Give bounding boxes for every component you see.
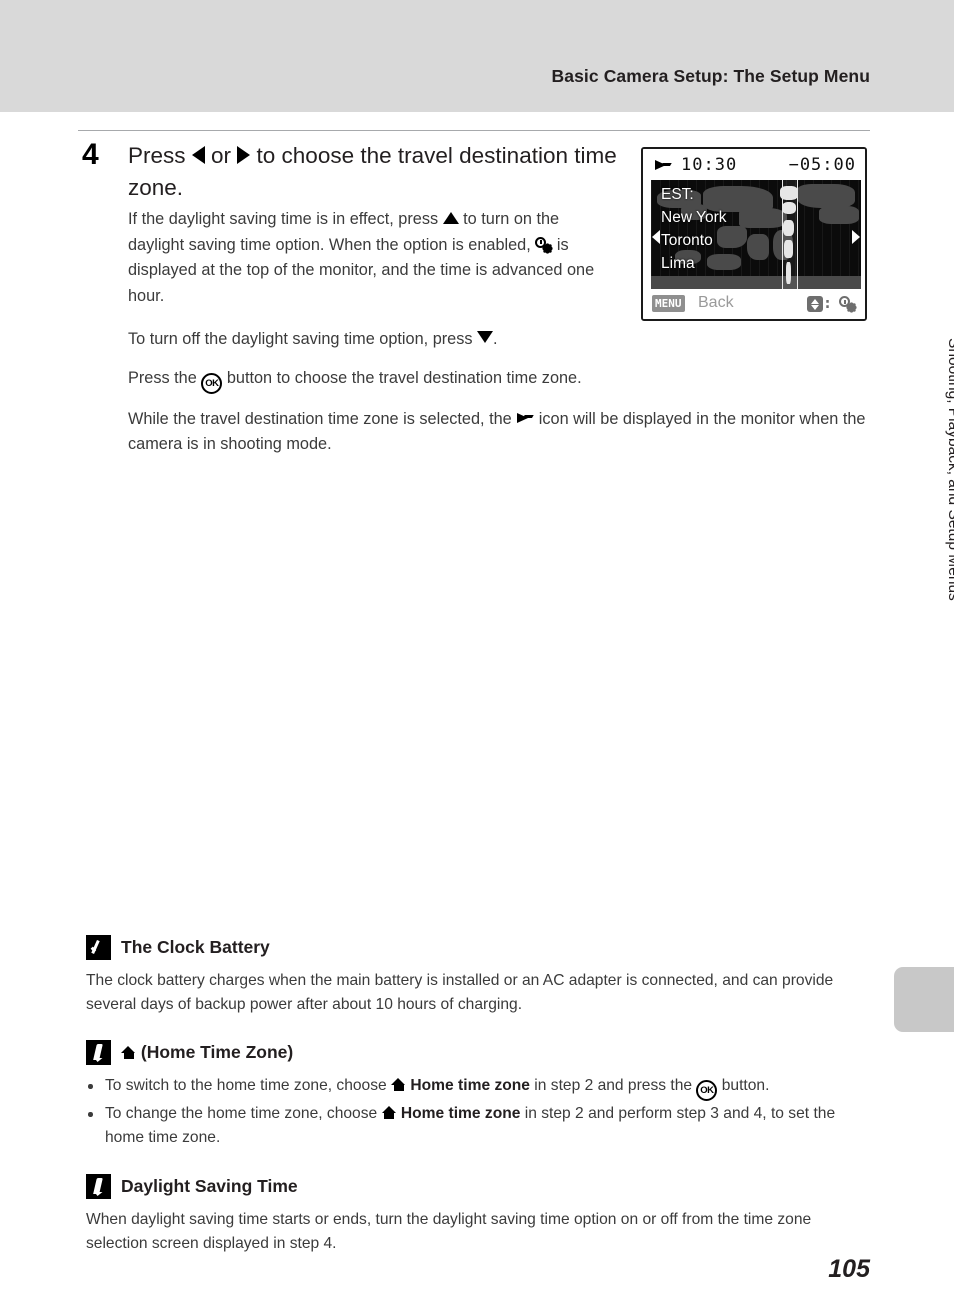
landmass xyxy=(739,208,787,228)
p3-part-b: button to choose the travel destination … xyxy=(222,368,582,387)
highlighted-region xyxy=(786,262,791,284)
highlighted-region xyxy=(780,186,798,200)
page-header-band xyxy=(0,0,954,112)
highlighted-region xyxy=(784,240,793,258)
note-title-text: (Home Time Zone) xyxy=(140,1042,294,1062)
selected-timezone-strip xyxy=(780,180,798,290)
step-heading: Press or to choose the travel destinatio… xyxy=(128,140,618,204)
p4-part-a: While the travel destination time zone i… xyxy=(128,409,517,428)
down-arrow-icon xyxy=(477,331,494,343)
camera-monitor-illustration: 10:30 −05:00 EST: New York Toronto Lima xyxy=(641,147,867,321)
note-daylight-saving-time: Daylight Saving Time When daylight savin… xyxy=(86,1174,870,1255)
step-paragraph-3: Press the OK button to choose the travel… xyxy=(128,366,870,394)
p1-part-a: If the daylight saving time is in effect… xyxy=(128,210,443,228)
camera-time-display: 10:30 xyxy=(681,155,738,175)
note-header: Daylight Saving Time xyxy=(86,1174,870,1199)
step-paragraph-2: To turn off the daylight saving time opt… xyxy=(128,327,870,353)
right-arrow-icon xyxy=(237,146,251,164)
camera-utc-offset: −05:00 xyxy=(788,155,856,175)
ok-button-icon: OK xyxy=(696,1080,718,1101)
header-divider-rule xyxy=(78,130,870,131)
pencil-badge-icon xyxy=(86,1040,111,1065)
step-number: 4 xyxy=(82,138,99,171)
landmass xyxy=(747,234,769,260)
note-clock-battery: The Clock Battery The clock battery char… xyxy=(86,935,870,1016)
daylight-saving-icon xyxy=(535,236,553,253)
left-arrow-icon xyxy=(191,146,205,164)
timezone-city-labels: EST: New York Toronto Lima xyxy=(661,183,726,275)
home-icon xyxy=(391,1077,406,1092)
ok-button-icon: OK xyxy=(201,372,223,394)
note-paragraph: When daylight saving time starts or ends… xyxy=(86,1211,812,1252)
home-icon xyxy=(381,1105,397,1120)
camera-status-bar: 10:30 −05:00 xyxy=(643,149,865,180)
daylight-saving-icon xyxy=(839,296,856,312)
note-body: To switch to the home time zone, choose … xyxy=(86,1074,870,1149)
landmass xyxy=(797,184,855,208)
airplane-travel-icon xyxy=(516,411,534,426)
city-line-3: Lima xyxy=(661,255,695,272)
note-header: The Clock Battery xyxy=(86,935,870,960)
up-down-pad-icon xyxy=(807,296,823,312)
p3-part-a: Press the xyxy=(128,368,202,387)
step-paragraph-1: If the daylight saving time is in effect… xyxy=(128,207,618,309)
b2-bold: Home time zone xyxy=(400,1105,521,1122)
landmass xyxy=(651,276,861,290)
step-extra-text: To turn off the daylight saving time opt… xyxy=(128,327,870,471)
chapter-side-tab-label: Shooting, Playback, and Setup Menus xyxy=(945,338,954,601)
note-title: The Clock Battery xyxy=(121,937,270,957)
step-paragraph-4: While the travel destination time zone i… xyxy=(128,407,870,458)
note-title: (Home Time Zone) xyxy=(121,1042,293,1063)
city-line-1: New York xyxy=(661,209,727,226)
back-label: Back xyxy=(698,294,734,311)
checkmark-badge-icon xyxy=(86,935,111,960)
chapter-side-tab-marker xyxy=(894,967,954,1032)
note-title: Daylight Saving Time xyxy=(121,1176,298,1196)
step-body-text: If the daylight saving time is in effect… xyxy=(128,207,618,321)
p2-part-b: . xyxy=(493,330,498,348)
list-item: To switch to the home time zone, choose … xyxy=(86,1074,870,1101)
note-header: (Home Time Zone) xyxy=(86,1040,870,1065)
note-home-time-zone: (Home Time Zone) To switch to the home t… xyxy=(86,1040,870,1150)
world-map-area: EST: New York Toronto Lima xyxy=(651,180,861,290)
camera-bottom-bar: MENU Back : xyxy=(643,289,865,319)
up-arrow-icon xyxy=(442,212,459,224)
next-zone-arrow-icon[interactable] xyxy=(852,230,860,244)
timezone-abbrev: EST: xyxy=(661,186,694,203)
note-bullet-list: To switch to the home time zone, choose … xyxy=(86,1074,870,1149)
highlighted-region xyxy=(782,202,796,214)
airplane-icon xyxy=(654,158,672,173)
previous-zone-arrow-icon[interactable] xyxy=(652,230,660,244)
step-heading-mid: or xyxy=(204,143,238,168)
home-icon xyxy=(121,1045,136,1060)
landmass xyxy=(819,206,859,224)
b1-part-c: in step 2 and press the xyxy=(529,1077,697,1094)
list-item: To change the home time zone, choose Hom… xyxy=(86,1102,870,1149)
menu-button-chip[interactable]: MENU xyxy=(652,295,685,312)
pencil-badge-icon xyxy=(86,1174,111,1199)
note-paragraph: The clock battery charges when the main … xyxy=(86,972,834,1013)
note-body: When daylight saving time starts or ends… xyxy=(86,1208,870,1255)
highlighted-region xyxy=(783,220,794,236)
city-line-2: Toronto xyxy=(661,232,713,249)
step-heading-pre: Press xyxy=(128,143,192,168)
note-body: The clock battery charges when the main … xyxy=(86,969,870,1016)
colon-separator: : xyxy=(822,294,832,312)
b1-part-d: button. xyxy=(717,1077,770,1094)
b2-part-a: To change the home time zone, choose xyxy=(105,1105,382,1122)
b1-part-a: To switch to the home time zone, choose xyxy=(105,1077,392,1094)
page-header-title: Basic Camera Setup: The Setup Menu xyxy=(551,66,870,86)
b1-bold: Home time zone xyxy=(410,1077,530,1094)
p2-part-a: To turn off the daylight saving time opt… xyxy=(128,330,478,348)
page-number: 105 xyxy=(828,1255,870,1283)
